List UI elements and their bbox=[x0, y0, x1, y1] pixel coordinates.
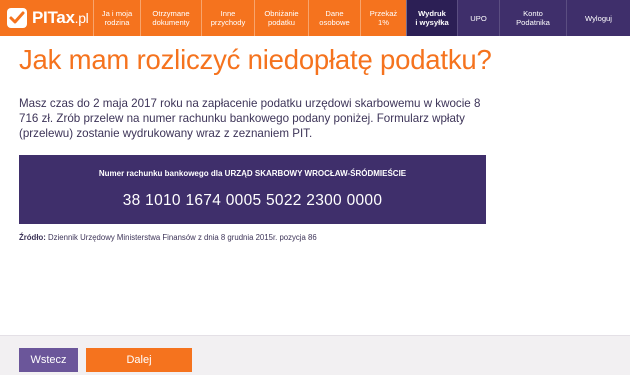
nav-label: Ja i moja rodzina bbox=[101, 9, 133, 27]
nav-inne-przychody[interactable]: Inne przychody bbox=[201, 0, 254, 36]
nav-label: UPO bbox=[470, 13, 487, 23]
source-text: Dziennik Urzędowy Ministerstwa Finansów … bbox=[45, 233, 317, 242]
nav-label: Dane osobowe bbox=[319, 9, 350, 27]
nav-wyloguj[interactable]: Wyloguj bbox=[566, 0, 630, 36]
next-button-label: Dalej bbox=[126, 354, 152, 366]
nav-label: Obniżanie podatku bbox=[264, 9, 299, 27]
logo-text: PITax.pl bbox=[32, 8, 89, 27]
nav-konto-podatnika[interactable]: Konto Podatnika bbox=[499, 0, 566, 36]
nav-przekaz-1-procent[interactable]: Przekaż 1% bbox=[360, 0, 406, 36]
nav-dane-osobowe[interactable]: Dane osobowe bbox=[308, 0, 360, 36]
nav-upo[interactable]: UPO bbox=[457, 0, 499, 36]
top-navigation-bar: PITax.pl Ja i moja rodzina Otrzymane dok… bbox=[0, 0, 630, 36]
nav-wydruk-i-wysylka[interactable]: Wydruk i wysyłka bbox=[406, 0, 457, 36]
logo[interactable]: PITax.pl bbox=[0, 0, 93, 36]
pitax-logo-icon bbox=[7, 8, 27, 28]
nav-label: Inne przychody bbox=[210, 9, 246, 27]
back-button[interactable]: Wstecz bbox=[19, 348, 78, 372]
nav-label: Otrzymane dokumenty bbox=[152, 9, 190, 27]
nav-obnizanie-podatku[interactable]: Obniżanie podatku bbox=[254, 0, 308, 36]
nav-label: Wydruk i wysyłka bbox=[415, 9, 449, 27]
nav-label: Wyloguj bbox=[585, 13, 612, 23]
source-note: Źródło: Dziennik Urzędowy Ministerstwa F… bbox=[19, 233, 317, 242]
payment-info-text: Masz czas do 2 maja 2017 roku na zapłace… bbox=[19, 97, 481, 140]
nav-otrzymane-dokumenty[interactable]: Otrzymane dokumenty bbox=[140, 0, 201, 36]
page-title: Jak mam rozliczyć niedopłatę podatku? bbox=[19, 44, 492, 75]
bank-account-box: Numer rachunku bankowego dla URZĄD SKARB… bbox=[19, 155, 486, 224]
nav-label: Konto Podatnika bbox=[516, 9, 550, 27]
source-label: Źródło: bbox=[19, 233, 46, 242]
back-button-label: Wstecz bbox=[30, 354, 67, 366]
nav-ja-i-moja-rodzina[interactable]: Ja i moja rodzina bbox=[93, 0, 140, 36]
bank-account-number: 38 1010 1674 0005 5022 2300 0000 bbox=[122, 192, 383, 209]
nav-label: Przekaż 1% bbox=[369, 9, 398, 27]
main-nav: Ja i moja rodzina Otrzymane dokumenty In… bbox=[93, 0, 630, 36]
bank-account-label: Numer rachunku bankowego dla URZĄD SKARB… bbox=[98, 169, 407, 178]
next-button[interactable]: Dalej bbox=[86, 348, 192, 372]
